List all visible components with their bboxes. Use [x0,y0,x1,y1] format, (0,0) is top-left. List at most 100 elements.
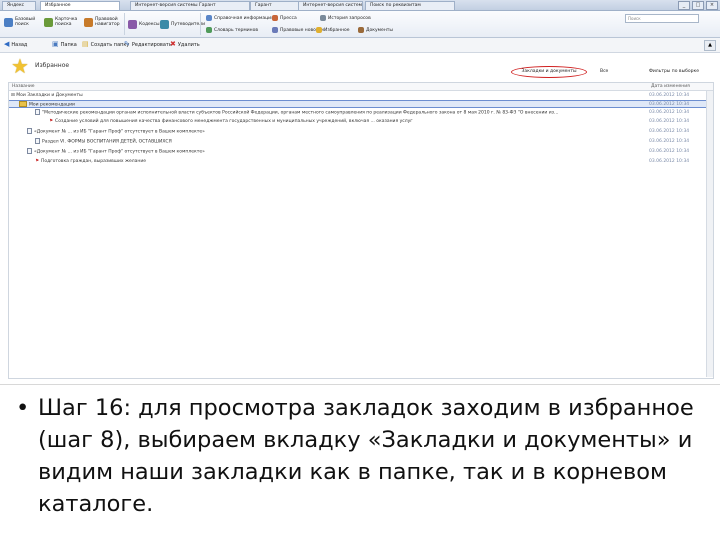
ribbon-reference-link[interactable]: Справочная информация [206,15,274,21]
tree-row-date: 03.06.2012 10:34 [649,139,690,144]
tree-header: Название Дата изменения [9,83,713,91]
ribbon-label: Базовый поиск [15,17,36,27]
info-icon [206,15,212,21]
ribbon-basic-search-button[interactable]: Базовый поиск [4,17,36,27]
ribbon-label: Карточка поиска [55,17,78,27]
bullet: • [16,395,30,421]
tree-row[interactable]: ⚑ Подготовка граждан, выразивших желание 0… [9,158,713,165]
column-header-date[interactable]: Дата изменения [651,83,690,90]
page-title: Избранное [35,62,70,69]
tab-filters[interactable]: Фильтры по выборке [649,69,699,74]
column-header-name[interactable]: Название [12,83,35,90]
tree-row-label: Подготовка граждан, выразивших желание [41,159,147,164]
minimize-icon[interactable]: _ [678,1,690,10]
newspaper-icon [272,15,278,21]
document-icon [27,128,32,134]
tree-row-text: «Документ № ... из ИБ "Гарант Проф" отсу… [27,148,641,156]
tree-row[interactable]: Мои рекомендации 03.06.2012 10:34 [9,100,713,108]
delete-x-icon: ✖ [170,40,176,48]
tree-row-text: ⚑ Подготовка граждан, выразивших желание [35,158,641,165]
tree-row-date: 03.06.2012 10:34 [649,110,690,115]
tree-row-label: Раздел VI. ФОРМЫ ВОСПИТАНИЯ ДЕТЕЙ, ОСТАВ… [42,139,172,145]
tree-row[interactable]: Раздел VI. ФОРМЫ ВОСПИТАНИЯ ДЕТЕЙ, ОСТАВ… [9,138,713,145]
tree-row-label: "Методические рекомендации органам испол… [42,110,559,116]
toolbar-label: Назад [11,41,28,48]
history-icon [320,15,326,21]
compass-icon [84,17,93,27]
panel-toggle-icon[interactable]: ▲ [704,40,716,51]
tree-row-date: 03.06.2012 10:34 [649,119,690,124]
ribbon-link-label: Избранное [324,27,350,33]
vertical-scrollbar[interactable] [706,91,713,377]
folder-icon [19,101,27,107]
star-icon [316,27,322,33]
delete-button[interactable]: ✖ Удалить [170,41,200,48]
toolbar-label: Редактировать [131,41,172,48]
browser-tab[interactable]: Гарант [250,1,300,10]
ribbon: Базовый поиск Карточка поиска Правовой н… [0,11,720,38]
card-icon [44,17,53,27]
toolbar-label: Удалить [177,41,200,48]
tree-row-date: 03.06.2012 10:34 [649,102,690,107]
ribbon-search-card-button[interactable]: Карточка поиска [44,17,78,27]
tree-row-label: Создание условий для повышения качества … [55,119,413,124]
edit-button[interactable]: ✎ Редактировать [124,41,172,48]
tree-row-label: Мои рекомендации [29,102,75,108]
ribbon-link-label: Пресса [280,15,297,21]
ribbon-link-label: Документы [366,27,393,33]
window-controls: _ □ × [678,1,718,10]
browser-tab[interactable]: Яндекс [2,1,36,10]
ribbon-separator [200,13,201,35]
tree-row[interactable]: «Документ № ... из ИБ "Гарант Проф" отсу… [9,128,713,135]
browser-tab[interactable]: Интернет-версия системы [298,1,363,10]
tree-row[interactable]: «Документ № ... из ИБ "Гарант Проф" отсу… [9,148,713,155]
ribbon-documents-link[interactable]: Документы [358,27,393,33]
ribbon-label: Правовой навигатор [95,17,120,27]
tab-bookmarks-documents[interactable]: Закладки и документы [511,66,587,78]
ribbon-press-link[interactable]: Пресса [272,15,297,21]
ribbon-dictionary-link[interactable]: Словарь терминов [206,27,258,33]
ribbon-history-link[interactable]: История запросов [320,15,371,21]
tree-row-date: 03.06.2012 10:34 [649,93,690,98]
book-icon [128,20,137,29]
bookmark-icon: ⚑ [35,159,40,164]
ribbon-link-label: История запросов [328,15,371,21]
tree-row[interactable]: "Методические рекомендации органам испол… [9,109,713,116]
browser-tab-active[interactable]: Избранное [40,1,120,10]
tree-row-text: «Документ № ... из ИБ "Гарант Проф" отсу… [27,128,641,136]
document-icon [35,109,40,115]
browser-tab[interactable]: Поиск по реквизитам [365,1,455,10]
new-folder-button[interactable]: ▤ Создать папку [82,41,129,48]
tree-row-text: Раздел VI. ФОРМЫ ВОСПИТАНИЯ ДЕТЕЙ, ОСТАВ… [35,138,641,146]
tree-row-label: «Документ № ... из ИБ "Гарант Проф" отсу… [34,129,205,135]
folder-icon: ▣ [52,40,59,48]
ribbon-navigator-button[interactable]: Правовой навигатор [84,17,120,27]
tree-row-text: "Методические рекомендации органам испол… [35,109,641,117]
document-icon [358,27,364,33]
ribbon-codes-button[interactable]: Кодексы [128,20,160,29]
maximize-icon[interactable]: □ [692,1,704,10]
tree-row[interactable]: ⊟ Мои Закладки и Документы 03.06.2012 10:… [9,92,713,99]
toolbar-label: Папка [60,41,77,48]
tab-all[interactable]: Все [600,69,608,74]
ribbon-favorites-link[interactable]: Избранное [316,27,350,33]
new-folder-icon: ▤ [82,40,89,48]
tree-row-text: ⊟ Мои Закладки и Документы [11,92,641,99]
star-icon: ★ [11,54,29,78]
ribbon-separator [124,13,125,35]
tree-row-date: 03.06.2012 10:34 [649,149,690,154]
folder-button[interactable]: ▣ Папка [52,41,77,48]
browser-tab[interactable]: Интернет-версия системы Гарант [130,1,250,10]
tree-row[interactable]: ⚑ Создание условий для повышения качества… [9,118,713,125]
tree-row-date: 03.06.2012 10:34 [649,129,690,134]
slide-caption: • Шаг 16: для просмотра закладок заходим… [16,392,706,520]
bookmark-icon: ⚑ [49,119,54,124]
caption-text: Шаг 16: для просмотра закладок заходим в… [38,395,694,517]
back-button[interactable]: ◀ Назад [4,41,27,48]
tree-row-text: Мои рекомендации [19,101,641,109]
edit-icon: ✎ [124,40,130,48]
close-icon[interactable]: × [706,1,718,10]
search-input[interactable]: Поиск [625,14,699,23]
ribbon-guides-button[interactable]: Путеводители [160,20,205,29]
tree-row-date: 03.06.2012 10:34 [649,159,690,164]
